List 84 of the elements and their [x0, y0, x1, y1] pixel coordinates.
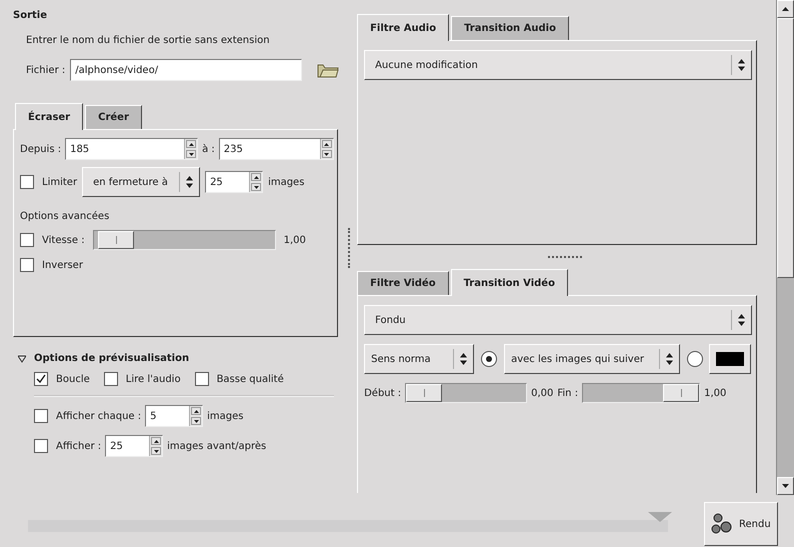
pane-handle[interactable]: [348, 228, 350, 268]
tab[interactable]: Transition Vidéo: [450, 269, 568, 296]
slider-thumb[interactable]: [98, 231, 134, 249]
folder-icon[interactable]: [317, 62, 340, 78]
spin-field[interactable]: 185: [65, 138, 198, 160]
triangle-icon: [648, 512, 672, 522]
up-down-arrows-icon: [666, 353, 674, 365]
up-down-arrows-icon: [460, 353, 468, 365]
spin-field[interactable]: 235: [218, 138, 334, 160]
value-label: 1,00: [704, 388, 726, 398]
field-label: Depuis :: [20, 144, 62, 154]
color-button[interactable]: [709, 344, 752, 374]
spin-field[interactable]: 25: [205, 171, 264, 193]
reels-icon: [711, 513, 733, 535]
checkbox-label: Inverser: [42, 260, 83, 270]
arrow-down-icon: [782, 484, 789, 488]
checkbox[interactable]: [20, 258, 34, 272]
checkbox[interactable]: [104, 372, 118, 386]
unit-label: images: [268, 176, 304, 188]
checkbox[interactable]: [34, 439, 48, 453]
unit-label: images avant/après: [167, 440, 266, 452]
radio-button[interactable]: [481, 351, 498, 367]
field-label: Début :: [364, 388, 402, 398]
hint-text: Entrer le nom du fichier de sortie sans extension: [26, 35, 271, 46]
checkbox[interactable]: [194, 372, 209, 386]
dropdown[interactable]: Aucune modification: [364, 50, 752, 80]
spin-field[interactable]: 5: [145, 405, 204, 427]
slider[interactable]: [405, 383, 528, 403]
arrow-up-icon: [194, 410, 199, 412]
expander-arrow-icon[interactable]: [18, 354, 26, 362]
up-down-arrows-icon: [738, 59, 746, 71]
tab[interactable]: Écraser: [15, 103, 84, 130]
radio-button[interactable]: [687, 351, 704, 367]
spin-field[interactable]: 25: [105, 435, 164, 457]
slider-thumb[interactable]: [406, 384, 442, 402]
scroll-down-button[interactable]: [777, 477, 794, 495]
arrow-down-icon: [154, 450, 159, 452]
dropdown[interactable]: en fermeture à: [82, 167, 200, 197]
checkbox-label: Afficher chaque :: [56, 410, 142, 422]
tab[interactable]: Transition Audio: [451, 16, 569, 40]
arrow-up-icon: [154, 440, 159, 442]
file-field[interactable]: /alphonse/video/: [70, 59, 302, 81]
checkbox-label: Lire l'audio: [126, 374, 181, 384]
tab[interactable]: Créer: [85, 105, 142, 129]
slider-thumb[interactable]: [663, 384, 700, 402]
value-label: 1,00: [284, 234, 306, 246]
tab[interactable]: Filtre Audio: [357, 14, 450, 41]
checkbox[interactable]: [20, 233, 34, 247]
render-button[interactable]: Rendu: [704, 502, 778, 546]
checkbox[interactable]: [20, 175, 34, 189]
arrow-down-icon: [194, 420, 199, 422]
section-title: Sortie: [13, 10, 48, 21]
checkbox-label: Afficher :: [56, 440, 102, 452]
slider[interactable]: [92, 230, 276, 250]
dropdown[interactable]: avec les images qui suiver: [504, 344, 680, 374]
checkbox-label: Limiter: [42, 176, 78, 188]
field-label: Fin :: [557, 388, 578, 398]
value-label: 0,00: [531, 388, 554, 398]
field-label: Fichier :: [26, 64, 66, 76]
tab[interactable]: Filtre Vidéo: [357, 271, 449, 295]
checkbox-label: Basse qualité: [216, 374, 284, 384]
arrow-up-icon: [188, 142, 194, 146]
dropdown[interactable]: Fondu: [364, 305, 752, 335]
section-title: Options de prévisualisation: [34, 353, 190, 364]
checkbox[interactable]: [34, 372, 48, 386]
checkbox-label: Vitesse :: [42, 234, 85, 246]
unit-label: images: [207, 410, 244, 422]
arrow-down-icon: [188, 152, 194, 156]
up-down-arrows-icon: [186, 176, 194, 188]
up-down-arrows-icon: [738, 314, 746, 326]
arrow-down-icon: [254, 186, 259, 188]
field-label: à :: [202, 144, 215, 154]
arrow-down-icon: [324, 152, 330, 156]
scroll-up-button[interactable]: [777, 0, 794, 18]
arrow-up-icon: [782, 7, 789, 11]
slider[interactable]: [582, 383, 700, 403]
subsection-title: Options avancées: [20, 211, 110, 222]
pane-handle[interactable]: [548, 256, 582, 258]
dropdown[interactable]: Sens norma: [364, 344, 474, 374]
arrow-up-icon: [324, 142, 330, 146]
checkbox-label: Boucle: [56, 374, 90, 384]
arrow-up-icon: [254, 176, 259, 178]
checkbox[interactable]: [34, 409, 48, 423]
scrollbar-thumb[interactable]: [777, 18, 794, 278]
